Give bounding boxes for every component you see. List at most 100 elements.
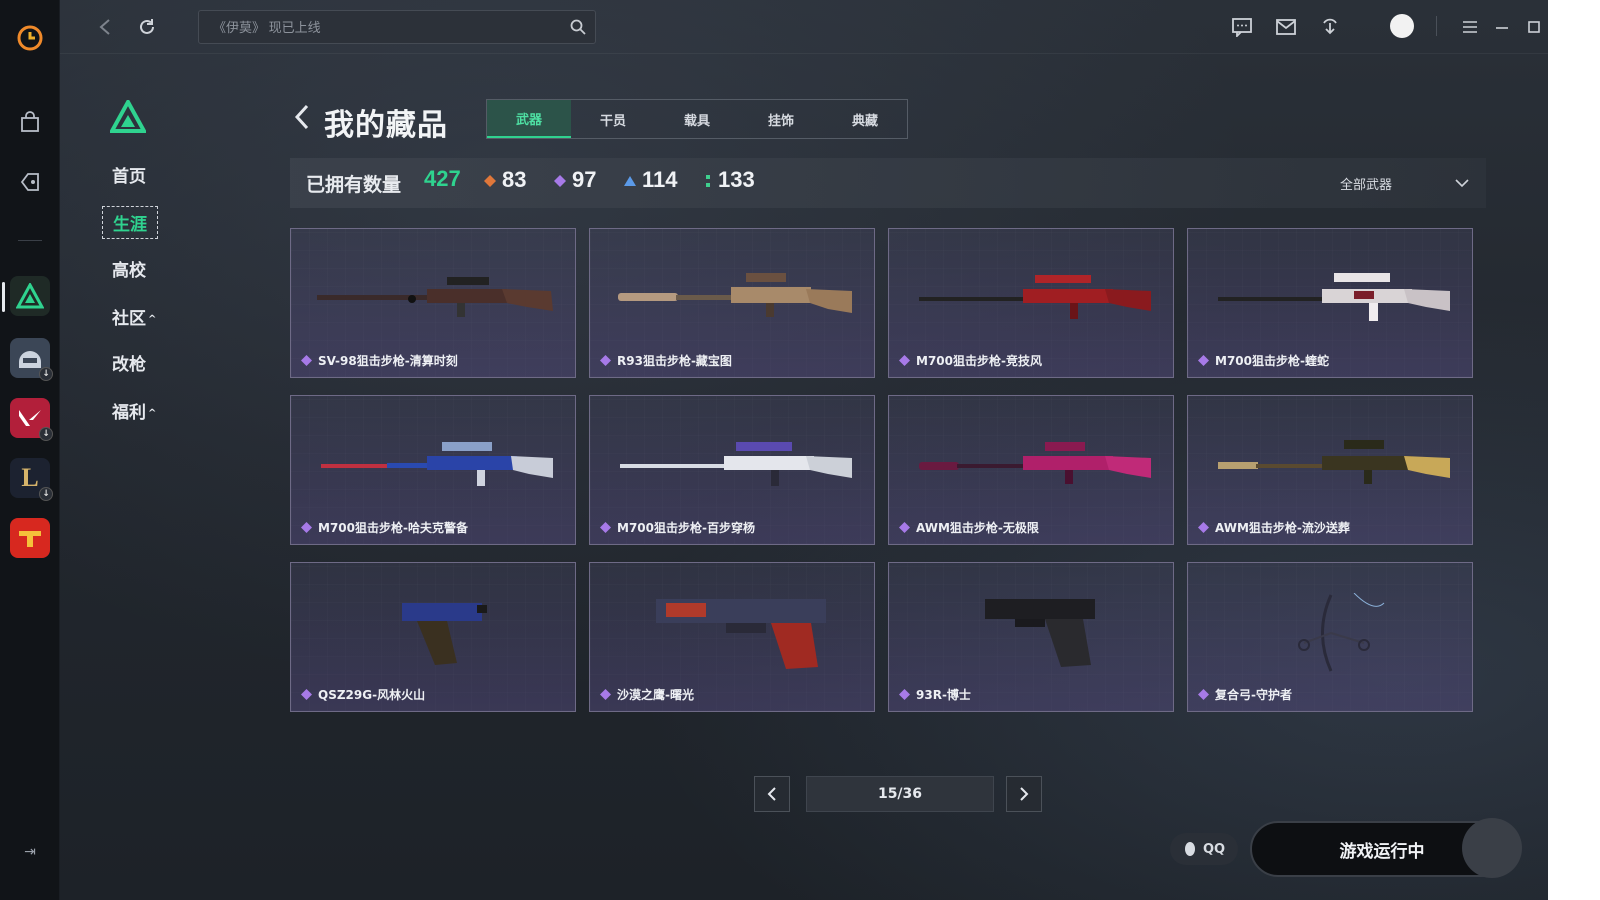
weapon-name: AWM狙击步枪-无极限 (916, 521, 1039, 535)
weapon-card-label: M700狙击步枪-哈夫克警备 (301, 519, 468, 536)
orange-rarity-icon (484, 175, 496, 187)
weapon-card-label: M700狙击步枪-百步穿杨 (600, 519, 755, 536)
purple-rarity-icon (301, 689, 312, 700)
sniper-rifle-icon (321, 442, 553, 486)
nav-career[interactable]: 生涯 (102, 206, 158, 239)
sniper-rifle-icon (317, 277, 553, 317)
weapon-card[interactable]: QSZ29G-风林火山 (290, 562, 576, 712)
tab-vehicles[interactable]: 载具 (655, 100, 739, 138)
purple-rarity-icon (600, 689, 611, 700)
delta-force-logo-icon (108, 97, 148, 134)
weapon-card[interactable]: R93狙击步枪-藏宝图 (589, 228, 875, 378)
weapon-card-label: AWM狙击步枪-无极限 (899, 519, 1039, 536)
refresh-icon[interactable] (134, 14, 160, 40)
owned-count-label: 已拥有数量 (306, 174, 402, 196)
app-rail: ↓ ↓ L ↓ ⇥ (0, 0, 60, 900)
nav-academy[interactable]: 高校 (112, 256, 146, 281)
sniper-rifle-icon (919, 442, 1151, 484)
weapon-card[interactable]: M700狙击步枪-蝰蛇 (1187, 228, 1473, 378)
weapon-card[interactable]: M700狙击步枪-哈夫克警备 (290, 395, 576, 545)
chevron-left-icon (767, 787, 776, 801)
rarity-count-blue: 114 (642, 167, 678, 192)
valorant-game-icon[interactable]: ↓ (10, 398, 53, 441)
league-game-icon[interactable]: L ↓ (10, 458, 53, 501)
prev-page-button[interactable] (754, 776, 790, 812)
weapon-card-label: AWM狙击步枪-流沙送葬 (1198, 519, 1350, 536)
game-tag-icon[interactable] (14, 166, 46, 198)
nav-back-icon[interactable] (92, 14, 118, 40)
weapon-card[interactable]: 沙漠之鹰-曙光 (589, 562, 875, 712)
tab-charms[interactable]: 挂饰 (739, 100, 823, 138)
sniper-rifle-icon (618, 273, 852, 317)
weapon-card-label: 沙漠之鹰-曙光 (600, 686, 694, 703)
weapon-card[interactable]: 复合弓-守护者 (1187, 562, 1473, 712)
weapon-card[interactable]: AWM狙击步枪-流沙送葬 (1187, 395, 1473, 545)
weapon-card-label: M700狙击步枪-蝰蛇 (1198, 352, 1329, 369)
weapon-name: SV-98狙击步枪-清算时刻 (318, 354, 458, 368)
back-button[interactable] (292, 102, 312, 132)
weapon-name: 93R-博士 (916, 688, 971, 702)
minimize-icon[interactable] (1490, 15, 1514, 39)
purple-rarity-icon (1198, 355, 1209, 366)
chat-icon[interactable] (1230, 15, 1254, 39)
page-title: 我的藏品 (324, 108, 448, 143)
purple-rarity-icon (899, 355, 910, 366)
chevron-down-icon (1455, 179, 1469, 188)
search-input[interactable] (199, 11, 595, 43)
user-avatar[interactable] (1390, 14, 1414, 38)
weapon-card[interactable]: AWM狙击步枪-无极限 (888, 395, 1174, 545)
weapon-name: M700狙击步枪-百步穿杨 (617, 521, 755, 535)
tab-weapons[interactable]: 武器 (487, 100, 571, 138)
nav-community[interactable]: 社区 ^ (112, 304, 156, 329)
store-bag-icon[interactable] (14, 106, 46, 138)
nav-benefits-label: 福利 (112, 403, 146, 423)
top-bar (60, 0, 1548, 54)
nav-benefits[interactable]: 福利 ^ (112, 398, 156, 423)
purple-rarity-icon (554, 175, 566, 187)
qq-penguin-icon (1184, 842, 1195, 856)
owned-total: 427 (424, 166, 461, 191)
tab-operators[interactable]: 干员 (571, 100, 655, 138)
tab-collection[interactable]: 典藏 (823, 100, 907, 138)
weapon-filter-dropdown[interactable]: 全部武器 (1340, 170, 1470, 196)
expand-sidebar-icon[interactable]: ⇥ (20, 842, 40, 862)
search-icon[interactable] (569, 18, 587, 36)
floating-round-button[interactable] (1462, 818, 1522, 878)
weapon-card-label: SV-98狙击步枪-清算时刻 (301, 352, 458, 369)
weapon-card[interactable]: SV-98狙击步枪-清算时刻 (290, 228, 576, 378)
menu-icon[interactable] (1458, 15, 1482, 39)
purple-rarity-icon (600, 355, 611, 366)
weapon-card[interactable]: M700狙击步枪-竞技风 (888, 228, 1174, 378)
window-edge (1548, 0, 1600, 900)
weapon-card[interactable]: 93R-博士 (888, 562, 1174, 712)
nav-home[interactable]: 首页 (112, 162, 146, 187)
weapon-name: M700狙击步枪-蝰蛇 (1215, 354, 1329, 368)
weapon-name: R93狙击步枪-藏宝图 (617, 354, 732, 368)
search-box[interactable] (198, 10, 596, 44)
weapon-card-label: R93狙击步枪-藏宝图 (600, 352, 732, 369)
nav-gunsmith-label: 改枪 (112, 355, 146, 375)
maximize-icon[interactable] (1522, 15, 1546, 39)
rarity-count-orange: 83 (502, 167, 527, 192)
chevron-right-icon (1020, 787, 1029, 801)
weapon-name: M700狙击步枪-竞技风 (916, 354, 1042, 368)
weapon-card-label: QSZ29G-风林火山 (301, 686, 425, 703)
category-tabs: 武器 干员 载具 挂饰 典藏 (486, 99, 908, 139)
toolbar-divider (1436, 16, 1437, 36)
download-badge-icon: ↓ (39, 487, 53, 501)
qq-button[interactable]: QQ (1170, 833, 1238, 865)
page-indicator: 15/36 (806, 776, 994, 812)
nav-home-label: 首页 (112, 167, 146, 187)
sniper-rifle-icon (1218, 273, 1450, 321)
helmet-game-icon[interactable]: ↓ (10, 338, 53, 381)
crossfire-game-icon[interactable] (10, 518, 50, 558)
weapon-card[interactable]: M700狙击步枪-百步穿杨 (589, 395, 875, 545)
qq-label: QQ (1202, 841, 1226, 857)
blue-rarity-icon (624, 176, 636, 186)
next-page-button[interactable] (1006, 776, 1042, 812)
delta-force-game-icon[interactable] (10, 276, 50, 316)
mail-icon[interactable] (1274, 15, 1298, 39)
launcher-logo-icon[interactable] (14, 22, 46, 54)
nav-gunsmith[interactable]: 改枪 (112, 350, 146, 375)
download-manager-icon[interactable] (1318, 15, 1342, 39)
